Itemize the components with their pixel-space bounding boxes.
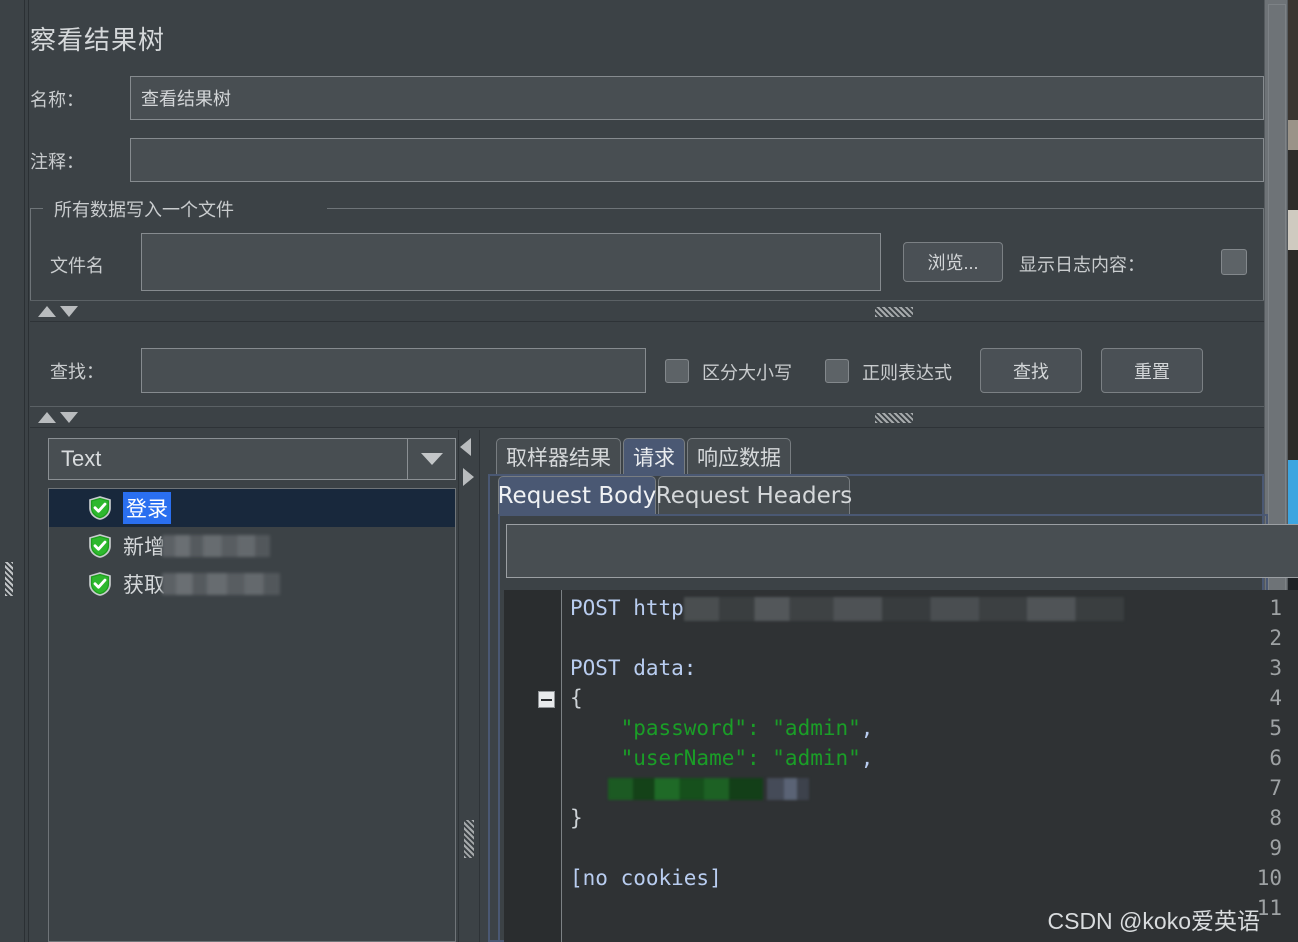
- show-log-label: 显示日志内容：: [1019, 255, 1145, 275]
- code-token: ,: [860, 746, 874, 770]
- code-token: "userName": "admin": [570, 746, 861, 770]
- collapse-up-icon[interactable]: [38, 306, 56, 317]
- tree-row[interactable]: 获取: [49, 565, 455, 603]
- code-token: POST http: [570, 596, 684, 620]
- success-shield-icon: [87, 533, 113, 559]
- tree-row[interactable]: 新增: [49, 527, 455, 565]
- code-line: POST data:: [570, 656, 696, 680]
- collapse-right-icon[interactable]: [463, 468, 474, 486]
- request-tab-panel: Request Body Request Headers 1 POST http 2 3…: [488, 474, 1298, 942]
- splitter-grip-vertical-icon[interactable]: [464, 820, 474, 858]
- line-number: 4: [1269, 686, 1282, 710]
- comment-input[interactable]: [130, 138, 1264, 182]
- code-line: "userName": "admin",: [570, 746, 874, 770]
- result-tabs[interactable]: 取样器结果 请求 响应数据: [488, 438, 1264, 476]
- results-tree-panel: 察看结果树 名称： 查看结果树 注释： 所有数据写入一个文件 文件名 浏览...…: [0, 0, 1298, 942]
- line-number: 10: [1256, 866, 1282, 890]
- line-number: 7: [1269, 776, 1282, 800]
- redacted-text: [162, 535, 270, 557]
- splitter-top[interactable]: [30, 300, 1264, 322]
- tab-2[interactable]: 请求: [623, 438, 685, 474]
- page-title: 察看结果树: [30, 25, 166, 55]
- dock-grip-icon[interactable]: [5, 562, 13, 596]
- regex-checkbox[interactable]: [825, 359, 849, 383]
- write-all-data-legend: 所有数据写入一个文件: [48, 196, 240, 222]
- collapse-down-icon[interactable]: [60, 306, 78, 317]
- request-search-input[interactable]: [506, 524, 1298, 578]
- line-number: 3: [1269, 656, 1282, 680]
- code-token: [no cookies]: [570, 866, 722, 890]
- result-tree[interactable]: 登录 新增 获取: [48, 488, 456, 942]
- view-results-tree-window: 察看结果树 名称： 查看结果树 注释： 所有数据写入一个文件 文件名 浏览...…: [0, 0, 1298, 942]
- filename-input[interactable]: [141, 233, 881, 291]
- request-code-viewer[interactable]: 1 POST http 2 3 POST data: 4 {5 "password": "a…: [504, 590, 1298, 942]
- splitter-middle[interactable]: [30, 406, 1264, 428]
- redacted-text: [162, 573, 280, 595]
- find-input[interactable]: [141, 348, 646, 393]
- name-input[interactable]: 查看结果树: [130, 76, 1264, 120]
- code-line: }: [570, 806, 583, 830]
- code-gutter: [504, 590, 562, 942]
- code-fold-minus-icon[interactable]: [538, 691, 555, 708]
- code-token: {: [570, 686, 583, 710]
- code-line: {: [570, 686, 583, 710]
- regex-label: 正则表达式: [862, 363, 952, 383]
- subtab-2[interactable]: Request Headers: [656, 476, 852, 514]
- splitter-vertical[interactable]: [458, 430, 480, 942]
- browse-button[interactable]: 浏览...: [903, 242, 1003, 282]
- comment-label: 注释：: [30, 152, 84, 172]
- success-shield-icon: [87, 571, 113, 597]
- redacted-json-value: [767, 778, 809, 800]
- renderer-combobox[interactable]: Text: [48, 438, 456, 480]
- line-number: 6: [1269, 746, 1282, 770]
- line-number: 5: [1269, 716, 1282, 740]
- case-sensitive-label: 区分大小写: [702, 363, 792, 383]
- filename-label: 文件名: [50, 256, 104, 276]
- line-number: 11: [1256, 896, 1282, 920]
- code-token: POST data:: [570, 656, 697, 680]
- request-body-panel: 1 POST http 2 3 POST data: 4 {5 "password": "a…: [498, 514, 1298, 942]
- dock-divider: [24, 0, 25, 942]
- dock-divider-2: [28, 0, 29, 942]
- tree-row-label: 新增: [123, 536, 165, 559]
- code-token: ,: [860, 716, 874, 740]
- case-sensitive-checkbox[interactable]: [665, 359, 689, 383]
- collapse-down-icon-2[interactable]: [60, 412, 78, 423]
- redacted-json-key: [608, 778, 763, 800]
- tab-3[interactable]: 响应数据: [687, 438, 791, 474]
- splitter-grip-icon[interactable]: [875, 307, 913, 317]
- collapse-left-icon[interactable]: [460, 438, 471, 456]
- show-log-checkbox[interactable]: [1221, 249, 1247, 275]
- line-number: 2: [1269, 626, 1282, 650]
- line-number: 8: [1269, 806, 1282, 830]
- code-line: [no cookies]: [570, 866, 722, 890]
- code-line: [570, 776, 809, 800]
- renderer-combobox-value: Text: [61, 446, 102, 471]
- collapse-up-icon-2[interactable]: [38, 412, 56, 423]
- code-token: "password": "admin": [570, 716, 861, 740]
- chevron-down-icon: [420, 453, 443, 465]
- tab-1[interactable]: 取样器结果: [496, 438, 621, 474]
- success-shield-icon: [87, 495, 113, 521]
- tree-row-label: 获取: [123, 574, 165, 597]
- name-label: 名称：: [30, 90, 84, 110]
- subtab-1[interactable]: Request Body: [498, 476, 656, 514]
- renderer-combobox-arrow[interactable]: [407, 439, 455, 479]
- tree-row[interactable]: 登录: [49, 489, 455, 527]
- line-number: 9: [1269, 836, 1282, 860]
- splitter-grip-icon-2[interactable]: [875, 413, 913, 423]
- tree-row-label: 登录: [123, 492, 171, 524]
- code-line: "password": "admin",: [570, 716, 874, 740]
- redacted-url: [683, 597, 1124, 621]
- code-token: }: [570, 806, 583, 830]
- find-button[interactable]: 查找: [980, 348, 1082, 393]
- line-number: 1: [1269, 596, 1282, 620]
- reset-button[interactable]: 重置: [1101, 348, 1203, 393]
- find-label: 查找：: [50, 362, 104, 382]
- code-line: POST http: [570, 596, 1124, 621]
